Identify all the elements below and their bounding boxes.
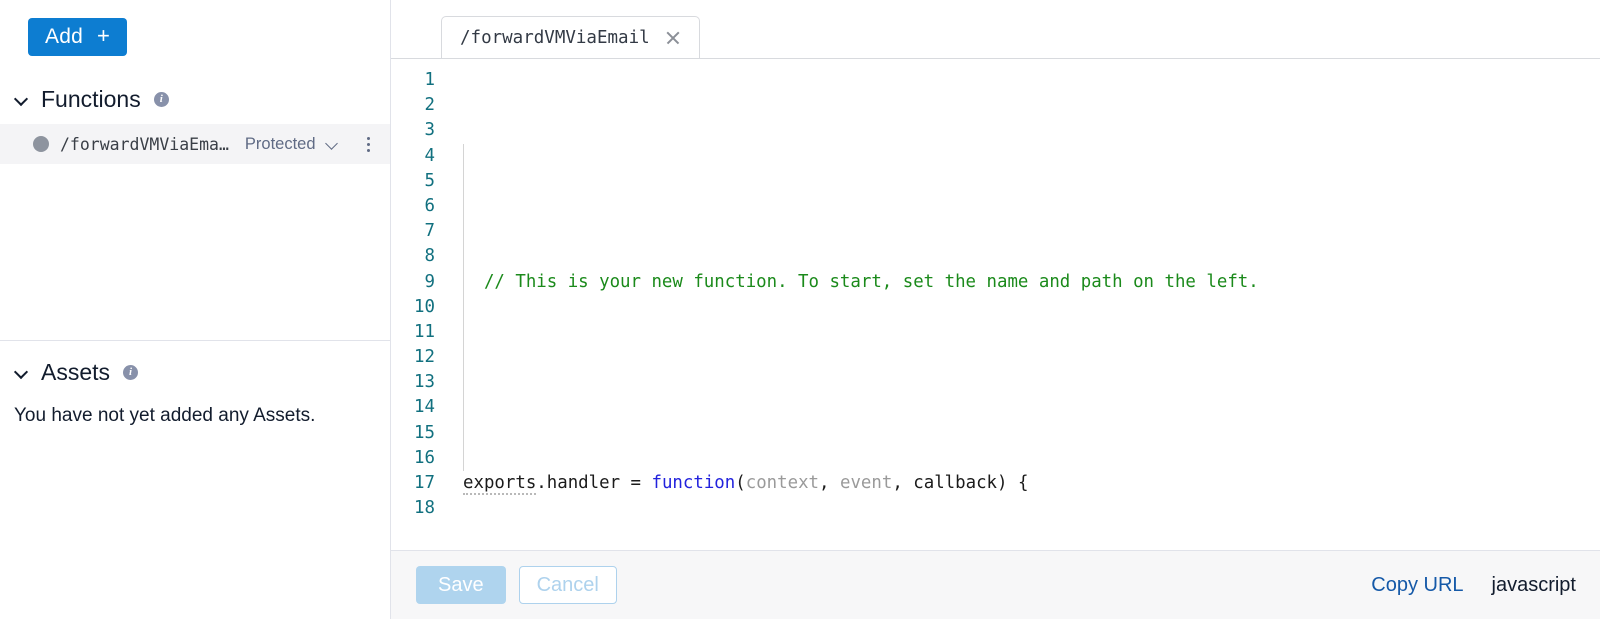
save-button[interactable]: Save <box>416 566 506 604</box>
line-number: 1 <box>424 70 435 90</box>
sidebar: Add + Functions i /forwardVMViaEma… Prot… <box>0 0 391 619</box>
code-line: // This is your new function. To start, … <box>463 271 1259 292</box>
close-icon[interactable] <box>665 30 681 46</box>
code-editor[interactable]: 1 2 3 4 5 6 7 8 9 10 11 12 13 14 15 16 1 <box>391 58 1600 550</box>
line-number: 9 <box>424 271 435 292</box>
tab-forwardvmviaemail[interactable]: /forwardVMViaEmail <box>441 16 700 59</box>
code-content[interactable]: // This is your new function. To start, … <box>443 68 1600 550</box>
line-number: 17 <box>414 473 435 493</box>
line-number: 14 <box>414 397 435 418</box>
line-number: 8 <box>424 246 435 267</box>
plus-icon: + <box>96 23 111 48</box>
footer-right-group: Copy URL javascript <box>1371 574 1576 597</box>
chevron-down-icon[interactable] <box>14 364 30 380</box>
visibility-label: Protected <box>244 134 316 153</box>
line-number: 3 <box>424 120 435 141</box>
assets-section-title: Assets <box>41 358 111 385</box>
chevron-down-icon[interactable] <box>325 137 340 152</box>
tab-label: /forwardVMViaEmail <box>460 28 650 48</box>
line-number: 6 <box>424 195 435 216</box>
code-area: 1 2 3 4 5 6 7 8 9 10 11 12 13 14 15 16 1 <box>391 59 1600 550</box>
chevron-down-icon[interactable] <box>14 91 30 107</box>
language-label: javascript <box>1491 573 1576 596</box>
assets-empty-message: You have not yet added any Assets. <box>14 405 316 426</box>
functions-section-title: Functions <box>41 85 141 112</box>
add-button-label: Add <box>45 25 83 48</box>
indent-guide <box>463 143 464 471</box>
editor-panel: /forwardVMViaEmail 1 2 3 4 5 6 7 8 9 10 … <box>391 0 1600 619</box>
cancel-button[interactable]: Cancel <box>518 566 617 604</box>
line-number: 7 <box>424 221 435 242</box>
tab-bar: /forwardVMViaEmail <box>391 0 1600 59</box>
line-number: 13 <box>414 372 435 393</box>
line-number: 15 <box>414 422 435 443</box>
editor-footer: Save Cancel Copy URL javascript <box>391 550 1600 619</box>
status-dot-icon <box>33 136 49 152</box>
line-number: 2 <box>424 95 435 116</box>
kebab-menu-icon[interactable] <box>360 133 378 155</box>
assets-section: Assets i You have not yet added any Asse… <box>0 340 390 427</box>
line-number: 12 <box>414 347 435 368</box>
add-button[interactable]: Add + <box>28 18 128 56</box>
list-item[interactable]: /forwardVMViaEma… Protected <box>0 124 390 164</box>
line-number: 5 <box>424 170 435 191</box>
line-number-gutter: 1 2 3 4 5 6 7 8 9 10 11 12 13 14 15 16 1 <box>391 68 443 550</box>
functions-section-header[interactable]: Functions i <box>0 78 390 120</box>
function-name-label: /forwardVMViaEma… <box>60 134 229 154</box>
copy-url-link[interactable]: Copy URL <box>1371 574 1463 597</box>
add-button-container: Add + <box>0 0 390 56</box>
line-number: 16 <box>414 447 435 468</box>
info-icon[interactable]: i <box>123 364 139 380</box>
line-number: 11 <box>414 321 435 342</box>
functions-list: /forwardVMViaEma… Protected <box>0 124 390 164</box>
assets-section-header[interactable]: Assets i <box>0 351 390 393</box>
line-number: 4 <box>424 145 435 166</box>
line-number: 10 <box>414 296 435 317</box>
function-editor-app: Add + Functions i /forwardVMViaEma… Prot… <box>0 0 1600 619</box>
code-line: exports.handler = function(context, even… <box>463 473 1029 496</box>
info-icon[interactable]: i <box>153 91 169 107</box>
line-number: 18 <box>414 498 435 519</box>
